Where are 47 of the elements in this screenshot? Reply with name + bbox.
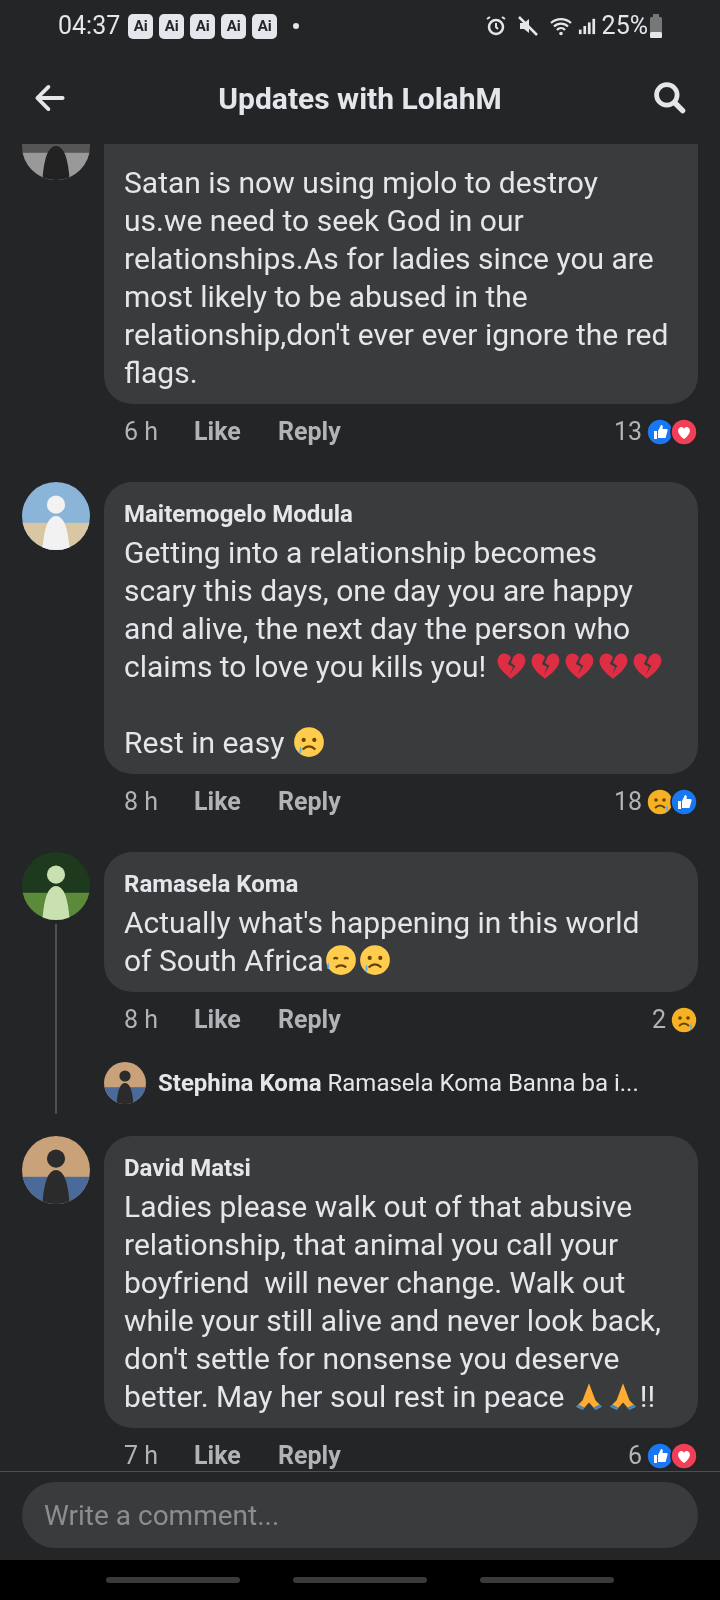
reply-link[interactable]: Reply (278, 1437, 341, 1471)
reaction-count: 13 (613, 416, 642, 449)
nav-handle[interactable] (106, 1577, 241, 1583)
comment-text: Rest in easy (124, 724, 674, 762)
reply-link[interactable]: Reply (278, 783, 341, 821)
battery-percent: 25% (601, 10, 648, 43)
reaction-count: 18 (613, 786, 642, 819)
crying-face-icon (291, 725, 326, 759)
notification-badge: Ai (221, 13, 247, 39)
like-link[interactable]: Like (194, 413, 278, 451)
reply-link[interactable]: Reply (278, 413, 341, 451)
comment-input[interactable]: Write a comment... (22, 1482, 698, 1548)
nav-handle[interactable] (479, 1577, 614, 1583)
reaction-count: 6 (627, 1440, 642, 1471)
signal-icon (577, 16, 596, 36)
comment-author[interactable]: Ramasela Koma (124, 866, 674, 902)
comment-text: Ladies please walk out of that abusive relationship, that animal you call your boyfriend will never change. Walk out while your still alive and never look back, don't settle for nonsense you deserve better. May her soul rest in peace !! (124, 1188, 662, 1416)
crying-face-icon (670, 1006, 698, 1034)
like-link[interactable]: Like (194, 1001, 278, 1039)
comment-text: Getting into a relationship becomes scary this days, one day you are happy and alive, the next day the person who claims to love you kills you! (124, 534, 674, 686)
notification-badge: Ai (190, 13, 216, 39)
comment-text: Actually what's happening in this world of South Africa (124, 904, 641, 980)
battery-icon (650, 14, 662, 38)
status-time: 04:37 (58, 10, 121, 43)
nav-handle[interactable] (293, 1577, 427, 1583)
comment-time: 6 h (124, 416, 160, 449)
comment-author[interactable]: Maitemogelo Modula (124, 496, 674, 532)
like-link[interactable]: Like (194, 1437, 278, 1471)
like-link[interactable]: Like (194, 783, 278, 821)
page-title: Updates with LolahM (217, 79, 503, 118)
comment-text: Satan is now using mjolo to destroy us.we need to seek God in our relationships.As for ladies since you are most likely to be abused in the relationship,don't ever ever ignore the red flags. (124, 164, 670, 392)
comment-author[interactable]: David Matsi (124, 1150, 674, 1186)
notification-badge: Ai (252, 13, 278, 39)
crying-face-icon (357, 943, 392, 977)
comment-time: 8 h (124, 1004, 160, 1037)
reaction-count: 2 (651, 1004, 666, 1037)
reply-preview[interactable]: Stephina Koma Ramasela Koma Banna ba i... (158, 1065, 639, 1101)
thumbs-up-icon (646, 418, 674, 446)
mute-icon (515, 14, 540, 38)
sad-face-icon (323, 943, 358, 977)
crying-face-icon (646, 788, 674, 816)
notification-badge: Ai (128, 13, 154, 39)
comment-time: 7 h (124, 1440, 160, 1471)
thumbs-up-icon (670, 788, 698, 816)
comment-time: 8 h (124, 786, 160, 819)
reply-link[interactable]: Reply (278, 1001, 341, 1039)
notification-badge: Ai (159, 13, 185, 39)
